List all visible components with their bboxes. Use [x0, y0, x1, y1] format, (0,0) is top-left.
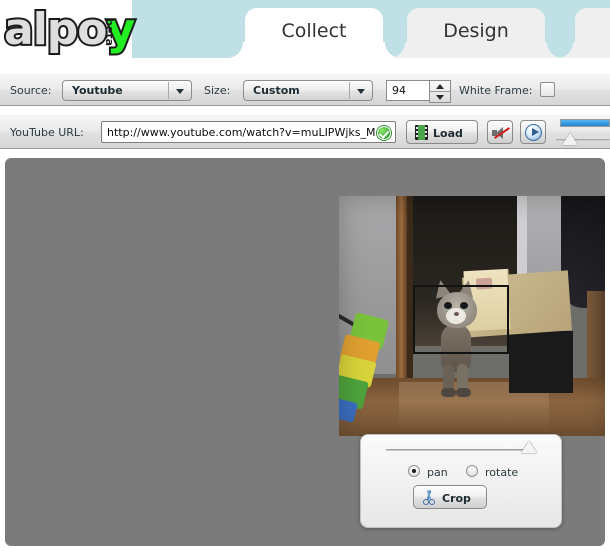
- header-underline: [0, 58, 610, 64]
- size-number-input[interactable]: 94: [386, 80, 451, 103]
- size-label: Size:: [204, 84, 231, 97]
- source-dropdown-value: Youtube: [72, 84, 123, 97]
- crop-button-label: Crop: [442, 492, 471, 505]
- tab-collect-label: Collect: [281, 20, 347, 42]
- size-number-value: 94: [392, 84, 406, 97]
- source-label: Source:: [10, 84, 52, 97]
- size-dropdown-value: Custom: [253, 84, 300, 97]
- toolbar-gap: [0, 106, 610, 114]
- stepper-down-button[interactable]: [430, 92, 450, 102]
- source-dropdown[interactable]: Youtube: [62, 80, 192, 101]
- radio-pan-label: pan: [427, 466, 448, 479]
- crop-button[interactable]: Crop: [413, 485, 487, 509]
- radio-rotate-label: rotate: [485, 466, 519, 479]
- caret-up-icon: [436, 84, 444, 89]
- radio-pan[interactable]: [408, 465, 420, 477]
- source-dropdown-divider: [168, 82, 169, 99]
- zoom-slider-handle[interactable]: [521, 441, 537, 453]
- youtube-url-label: YouTube URL:: [10, 126, 84, 139]
- caret-down-icon: [436, 95, 444, 100]
- size-dropdown-divider: [349, 82, 350, 99]
- alpoy-app-window: alpoy beta Collect Design Source: Youtub…: [0, 0, 610, 551]
- scissors-icon: [422, 489, 437, 505]
- editor-canvas[interactable]: pan rotate Crop: [5, 158, 605, 546]
- tab-collect[interactable]: Collect: [245, 8, 383, 58]
- zoom-slider-track[interactable]: [386, 449, 526, 451]
- play-circle-icon: [525, 124, 542, 141]
- play-button[interactable]: [520, 120, 546, 144]
- video-bg-door-frame: [396, 196, 407, 382]
- app-header: alpoy beta Collect Design: [0, 0, 610, 64]
- buffer-progress-bar: [560, 119, 610, 127]
- window-bottom-edge: [0, 546, 610, 551]
- buffer-progress-fill: [561, 120, 609, 126]
- chevron-down-icon: [357, 89, 365, 94]
- load-button[interactable]: Load: [406, 120, 478, 144]
- tab-collect-notch-left: [227, 42, 245, 58]
- load-button-label: Load: [433, 127, 463, 140]
- chevron-down-icon: [176, 89, 184, 94]
- film-strip-icon: [415, 125, 428, 140]
- youtube-url-value: http://www.youtube.com/watch?v=muLIPWjks…: [107, 126, 376, 139]
- green-check-icon: [377, 126, 391, 140]
- tab-third[interactable]: [575, 8, 610, 58]
- playback-scrubber-handle[interactable]: [562, 133, 578, 145]
- radio-rotate[interactable]: [466, 465, 478, 477]
- tab-design-label: Design: [443, 20, 509, 42]
- speaker-muted-icon: [492, 125, 511, 141]
- crop-tool-panel: pan rotate Crop: [360, 434, 562, 528]
- video-box-shadow: [509, 331, 573, 393]
- crop-selection-rectangle[interactable]: [413, 285, 509, 354]
- white-frame-label: White Frame:: [459, 84, 533, 97]
- white-frame-checkbox[interactable]: [540, 82, 555, 97]
- tab-third-notch-left: [557, 42, 575, 58]
- stepper-up-button[interactable]: [430, 81, 450, 91]
- url-toolbar: YouTube URL: http://www.youtube.com/watc…: [0, 114, 610, 149]
- size-dropdown[interactable]: Custom: [243, 80, 373, 101]
- video-toy: [339, 312, 394, 423]
- logo-beta-tag: beta: [103, 18, 116, 47]
- tab-design[interactable]: Design: [407, 8, 545, 58]
- tab-design-notch-left: [389, 42, 407, 58]
- youtube-url-input[interactable]: http://www.youtube.com/watch?v=muLIPWjks…: [101, 121, 396, 143]
- alpoy-logo[interactable]: alpoy beta: [2, 2, 154, 57]
- size-number-stepper[interactable]: [429, 80, 451, 103]
- logo-text-light: alpo: [2, 2, 109, 57]
- mute-button[interactable]: [487, 120, 513, 144]
- source-toolbar: Source: Youtube Size: Custom 94 White Fr…: [0, 73, 610, 106]
